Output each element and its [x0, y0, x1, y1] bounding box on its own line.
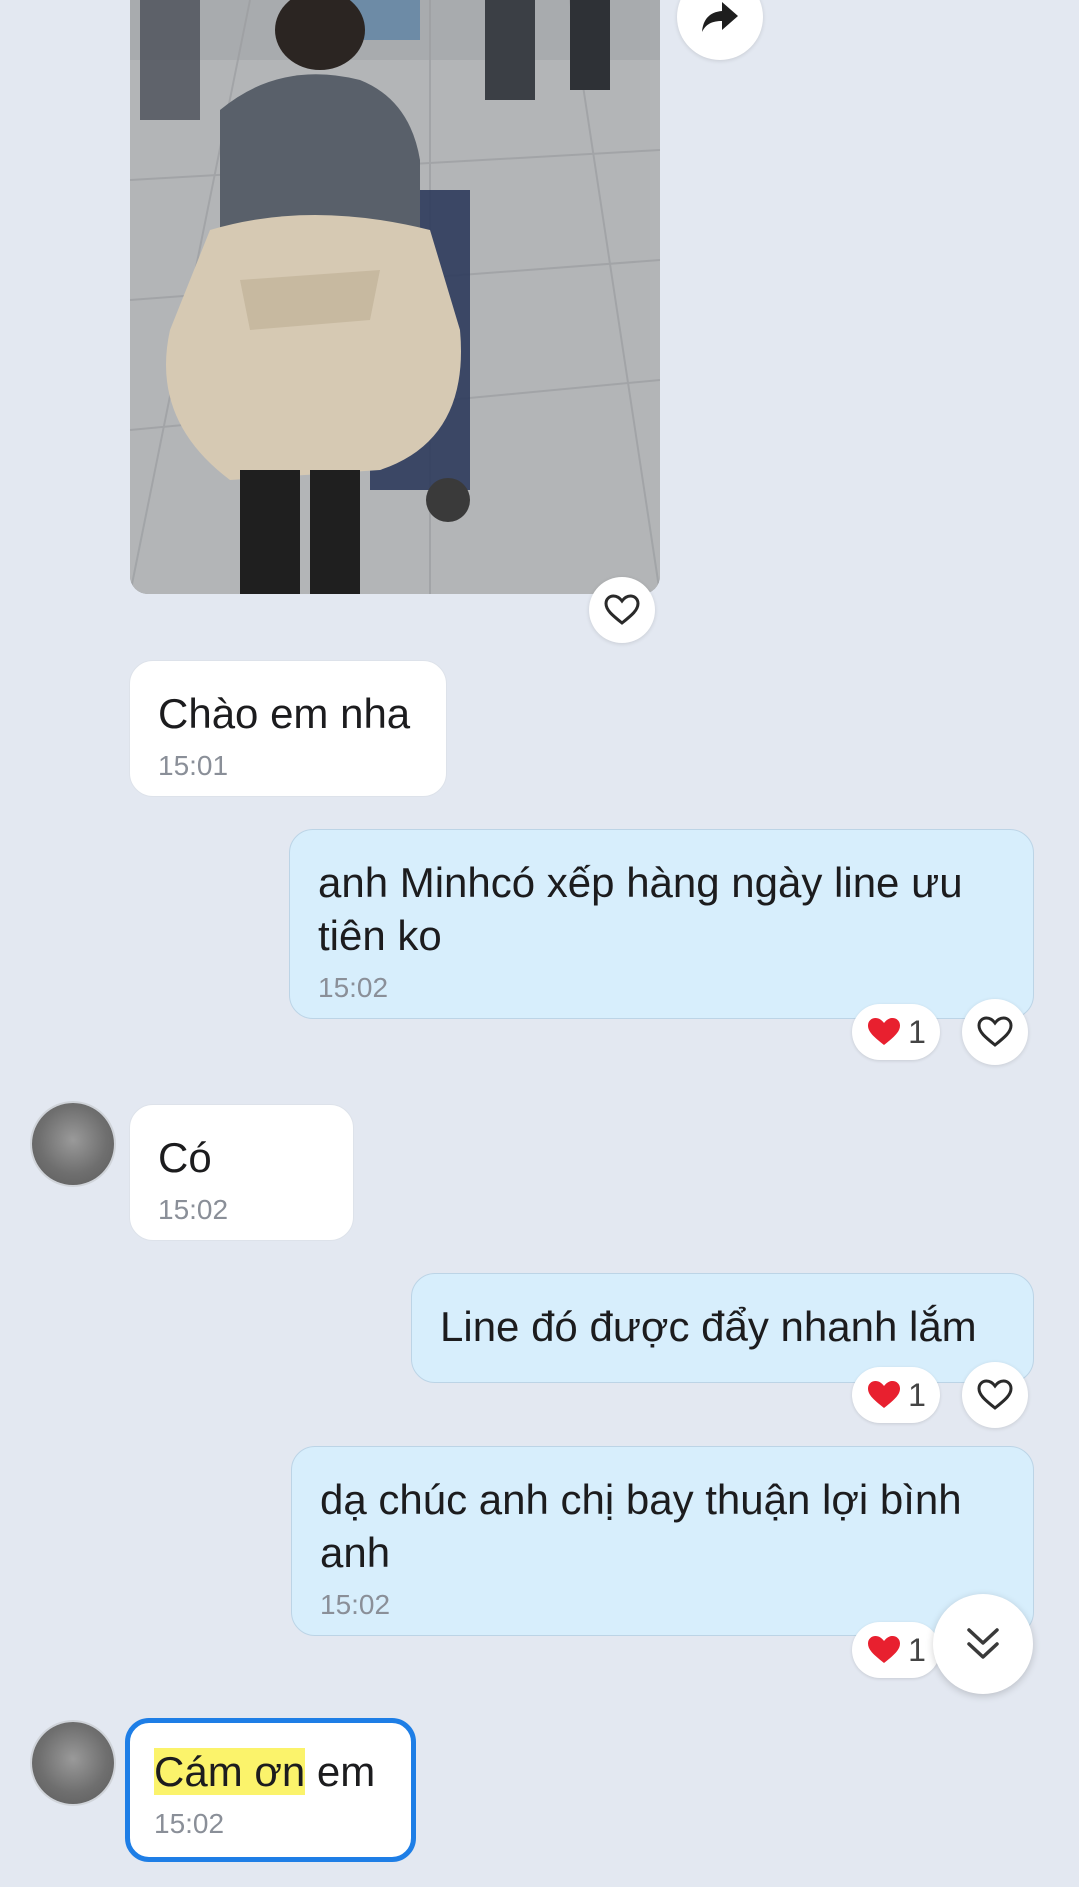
react-button[interactable] — [962, 999, 1028, 1065]
message-text: Cám ơn em — [154, 1745, 387, 1798]
message-time: 15:01 — [158, 750, 229, 781]
message-time: 15:02 — [320, 1589, 391, 1620]
reaction-summary[interactable]: 1 — [852, 1004, 940, 1060]
share-button[interactable] — [677, 0, 763, 60]
avatar[interactable] — [32, 1722, 114, 1804]
message-text: Chào em nha — [158, 690, 411, 737]
red-heart-icon — [868, 1636, 901, 1663]
heart-outline-icon — [977, 1379, 1013, 1410]
message-bubble-outgoing[interactable]: anh Minhcó xếp hàng ngày line ưu tiên ko… — [289, 829, 1034, 1019]
reaction-count: 1 — [908, 1013, 926, 1050]
reaction-count: 1 — [908, 1376, 926, 1413]
double-chevron-down-icon — [967, 1628, 999, 1659]
message-text: anh Minhcó xếp hàng ngày line ưu tiên ko — [318, 859, 963, 959]
message-text: dạ chúc anh chị bay thuận lợi bình anh — [320, 1476, 962, 1576]
message-bubble-incoming-selected[interactable]: Cám ơn em 15:02 — [125, 1718, 416, 1862]
message-time: 15:02 — [318, 972, 389, 1003]
heart-outline-icon — [604, 594, 640, 625]
red-heart-icon — [868, 1381, 901, 1408]
message-bubble-incoming[interactable]: Có 15:02 — [129, 1104, 354, 1241]
shared-photo[interactable] — [130, 0, 660, 594]
message-text-rest: em — [305, 1748, 376, 1795]
photo-image — [130, 0, 660, 594]
reaction-count: 1 — [908, 1631, 926, 1668]
message-bubble-outgoing[interactable]: dạ chúc anh chị bay thuận lợi bình anh 1… — [291, 1446, 1034, 1636]
red-heart-icon — [868, 1018, 901, 1045]
heart-outline-icon — [977, 1016, 1013, 1047]
message-bubble-outgoing[interactable]: Line đó được đẩy nhanh lắm — [411, 1273, 1034, 1383]
reaction-summary[interactable]: 1 — [852, 1622, 940, 1678]
reaction-summary[interactable]: 1 — [852, 1367, 940, 1423]
message-text: Có — [158, 1134, 212, 1181]
scroll-to-bottom-button[interactable] — [933, 1594, 1033, 1694]
share-arrow-icon — [702, 2, 738, 32]
message-time: 15:02 — [158, 1194, 229, 1225]
message-bubble-incoming[interactable]: Chào em nha 15:01 — [129, 660, 447, 797]
highlighted-text: Cám ơn — [154, 1748, 306, 1795]
react-button[interactable] — [962, 1362, 1028, 1428]
message-text: Line đó được đẩy nhanh lắm — [440, 1303, 977, 1350]
react-button[interactable] — [589, 577, 655, 643]
avatar[interactable] — [32, 1103, 114, 1185]
message-time: 15:02 — [154, 1808, 225, 1839]
